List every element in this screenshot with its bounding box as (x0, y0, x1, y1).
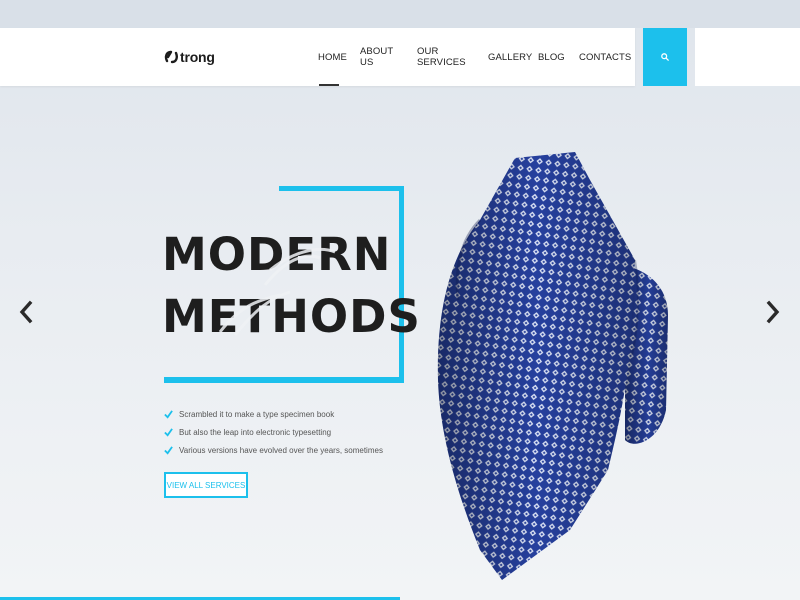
feature-text: Various versions have evolved over the y… (179, 445, 383, 455)
nav-gallery[interactable]: Gallery (488, 28, 532, 86)
logo[interactable]: trong (164, 47, 215, 67)
check-icon (164, 409, 173, 419)
frame-bottom-border (164, 377, 404, 383)
nav-contacts[interactable]: Contacts (579, 28, 631, 86)
logo-icon (164, 50, 178, 64)
nav-our-services[interactable]: Our services (417, 28, 466, 86)
logo-text: trong (180, 49, 215, 65)
feature-item: But also the leap into electronic typese… (164, 423, 383, 441)
nav-active-indicator (319, 84, 339, 86)
search-icon (661, 53, 669, 61)
check-icon (164, 445, 173, 455)
header-right-panel (695, 28, 800, 86)
frame-right-border (399, 186, 404, 383)
necktie-image (437, 152, 668, 580)
view-all-services-button[interactable]: View all services (164, 472, 248, 498)
chevron-right-icon[interactable] (765, 298, 781, 326)
feature-item: Various versions have evolved over the y… (164, 441, 383, 459)
nav-home[interactable]: Home (318, 28, 347, 86)
feature-text: Scrambled it to make a type specimen boo… (179, 409, 335, 419)
feature-text: But also the leap into electronic typese… (179, 427, 332, 437)
check-icon (164, 427, 173, 437)
frame-top-border (279, 186, 404, 191)
headline-brush-overlay (218, 248, 336, 336)
feature-item: Scrambled it to make a type specimen boo… (164, 405, 383, 423)
chevron-left-icon[interactable] (18, 298, 34, 326)
nav-blog[interactable]: Blog (538, 28, 565, 86)
nav-about-us[interactable]: About us (360, 28, 393, 86)
search-button[interactable] (643, 28, 687, 86)
top-strip (0, 0, 800, 28)
feature-list: Scrambled it to make a type specimen boo… (164, 405, 383, 459)
